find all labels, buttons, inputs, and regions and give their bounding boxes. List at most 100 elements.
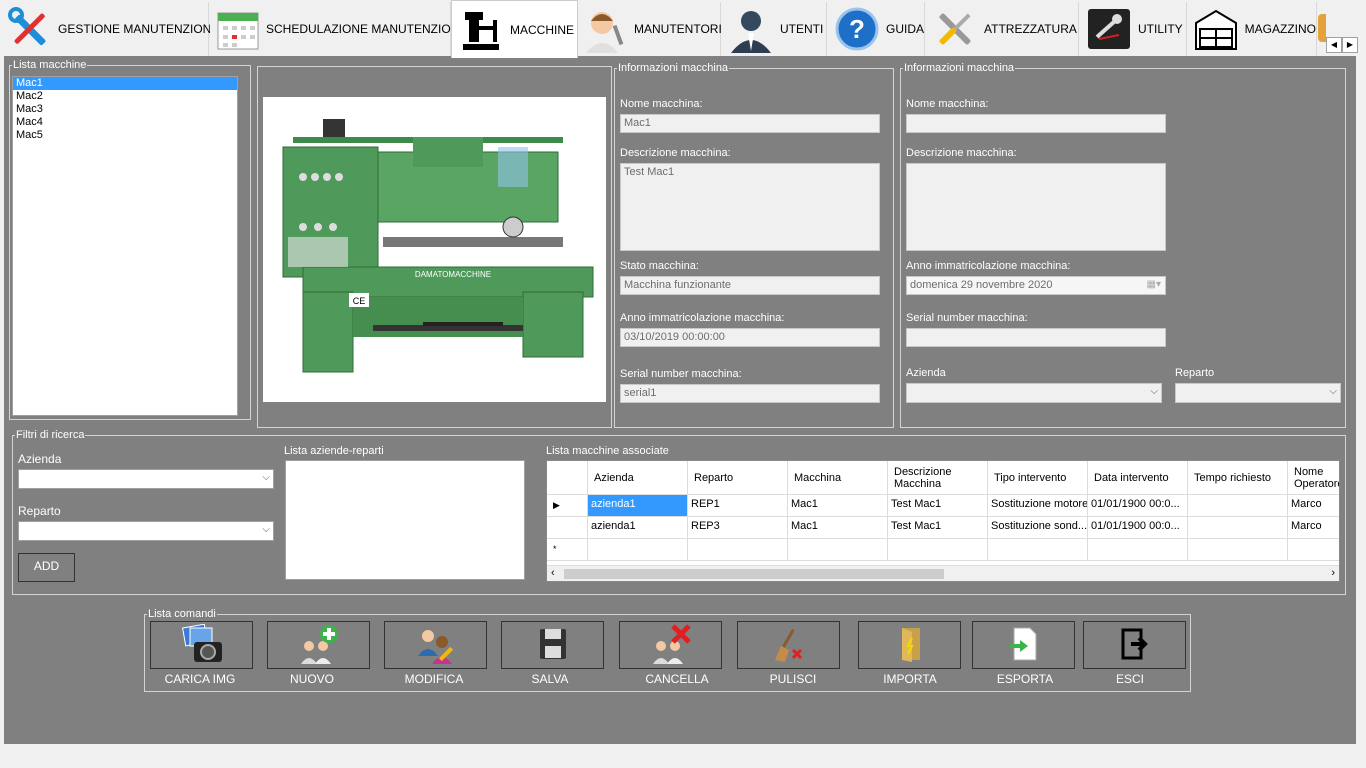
name-field[interactable]: Mac1 (620, 114, 880, 133)
grid-cell[interactable]: Sostituzione sond... (988, 517, 1088, 539)
reparto-label: Reparto (1175, 367, 1215, 379)
grid-cell[interactable]: 01/01/1900 00:0... (1088, 495, 1188, 517)
carica-img-button[interactable] (150, 621, 253, 669)
grid-row-header[interactable]: * (547, 539, 588, 561)
azienda-combo[interactable]: ⌵ (906, 383, 1162, 403)
grid-cell[interactable] (1188, 539, 1288, 561)
scrollbar-thumb[interactable] (564, 569, 944, 579)
grid-cell[interactable]: Test Mac1 (888, 495, 988, 517)
grid-column-header[interactable]: Descrizione Macchina (888, 461, 988, 495)
tab-schedulazione-manutenzioni[interactable]: SCHEDULAZIONE MANUTENZIONI (210, 2, 463, 56)
grid-column-header[interactable]: Azienda (588, 461, 688, 495)
grid-cell[interactable] (1188, 495, 1288, 517)
grid-cell[interactable]: azienda1 (588, 495, 688, 517)
tab-guida[interactable]: ? GUIDA (828, 2, 925, 56)
machine-list-item[interactable]: Mac1 (13, 77, 237, 90)
tab-manutentori[interactable]: MANUTENTORI (578, 2, 722, 56)
reparto-combo[interactable]: ⌵ (1175, 383, 1341, 403)
grid-cell[interactable] (688, 539, 788, 561)
grid-column-header[interactable]: Nome Operatore (1288, 461, 1339, 495)
grid-row-header[interactable]: ▶ (547, 495, 588, 517)
tab-gestione-manutenzioni[interactable]: GESTIONE MANUTENZIONI (2, 2, 215, 56)
grid-cell[interactable]: Test Mac1 (888, 517, 988, 539)
machine-list-item[interactable]: Mac5 (13, 129, 237, 142)
filter-azienda-combo[interactable]: ⌵ (18, 469, 274, 489)
grid-column-header[interactable]: Tempo richiesto (1188, 461, 1288, 495)
grid-column-header[interactable]: Macchina (788, 461, 888, 495)
tab-scroll-right-button[interactable]: ▶ (1342, 37, 1358, 53)
chevron-left-icon[interactable]: ‹ (551, 567, 555, 579)
grid-row-header[interactable] (547, 517, 588, 539)
grid-cell[interactable]: 01/01/1900 00:0... (1088, 517, 1188, 539)
chevron-right-icon[interactable]: › (1331, 567, 1335, 579)
machine-list-item[interactable]: Mac3 (13, 103, 237, 116)
grid-cell[interactable]: Mac1 (788, 517, 888, 539)
modifica-button[interactable] (384, 621, 487, 669)
grid-cell[interactable] (1088, 539, 1188, 561)
grid-horizontal-scrollbar[interactable]: ‹ › (547, 565, 1339, 581)
grid-cell[interactable] (988, 539, 1088, 561)
tab-utenti[interactable]: UTENTI (722, 2, 827, 56)
nuovo-button[interactable] (267, 621, 370, 669)
serial-field[interactable] (906, 328, 1166, 347)
grid-cell[interactable]: Mac1 (788, 495, 888, 517)
camera-photos-icon (180, 623, 224, 667)
description-label: Descrizione macchina: (620, 147, 731, 159)
machine-listbox[interactable]: Mac1 Mac2 Mac3 Mac4 Mac5 (12, 76, 238, 416)
wrench-screwdriver-icon (930, 4, 980, 54)
tab-utility[interactable]: UTILITY (1080, 2, 1187, 56)
machine-list-item[interactable]: Mac4 (13, 116, 237, 129)
importa-button[interactable] (858, 621, 961, 669)
year-label: Anno immatricolazione macchina: (906, 260, 1071, 272)
year-field[interactable]: 03/10/2019 00:00:00 (620, 328, 880, 347)
chevron-down-icon: ⌵ (1150, 386, 1158, 397)
grid-column-header[interactable]: Reparto (688, 461, 788, 495)
chevron-down-icon: ⌵ (262, 524, 270, 535)
name-field[interactable] (906, 114, 1166, 133)
add-button[interactable]: ADD (18, 553, 75, 582)
grid-cell[interactable]: REP1 (688, 495, 788, 517)
state-field[interactable]: Macchina funzionante (620, 276, 880, 295)
esci-button[interactable] (1083, 621, 1186, 669)
grid-cell[interactable]: Sostituzione motore (988, 495, 1088, 517)
date-value: domenica 29 novembre 2020 (910, 279, 1053, 291)
grid-cell[interactable] (1288, 539, 1339, 561)
tab-label: SCHEDULAZIONE MANUTENZIONI (266, 22, 463, 36)
associated-machines-grid[interactable]: Azienda Reparto Macchina Descrizione Macchi… (546, 460, 1340, 582)
group-legend: Informazioni macchina (904, 62, 1015, 74)
grid-cell[interactable]: azienda1 (588, 517, 688, 539)
grid-column-header[interactable]: Tipo intervento (988, 461, 1088, 495)
grid-cell[interactable] (1188, 517, 1288, 539)
salva-button[interactable] (501, 621, 604, 669)
grid-cell[interactable] (588, 539, 688, 561)
cancella-button[interactable] (619, 621, 722, 669)
utility-icon (1084, 4, 1134, 54)
grid-column-header[interactable]: Data intervento (1088, 461, 1188, 495)
grid-cell[interactable]: REP3 (688, 517, 788, 539)
serial-field[interactable]: serial1 (620, 384, 880, 403)
tab-magazzino[interactable]: MAGAZZINO (1188, 2, 1317, 56)
grid-cell[interactable]: Marco (1288, 495, 1339, 517)
esporta-button[interactable] (972, 621, 1075, 669)
company-department-list-label: Lista aziende-reparti (284, 445, 384, 457)
filter-reparto-combo[interactable]: ⌵ (18, 521, 274, 541)
company-department-list[interactable] (285, 460, 525, 580)
tab-label: UTILITY (1138, 22, 1183, 36)
user-icon (726, 4, 776, 54)
grid-cell[interactable]: Marco (1288, 517, 1339, 539)
tools-icon (6, 4, 54, 54)
tab-macchine[interactable]: MACCHINE (451, 0, 578, 58)
description-field[interactable] (906, 163, 1166, 251)
command-label: CARICA IMG (164, 672, 236, 686)
year-datepicker[interactable]: domenica 29 novembre 2020 ▦▾ (906, 276, 1166, 295)
grid-cell[interactable] (888, 539, 988, 561)
tab-scroll-left-button[interactable]: ◀ (1326, 37, 1342, 53)
name-label: Nome macchina: (906, 98, 989, 110)
tab-attrezzatura[interactable]: ATTREZZATURA (926, 2, 1079, 56)
pulisci-button[interactable] (737, 621, 840, 669)
warehouse-icon (1192, 4, 1241, 54)
description-field[interactable]: Test Mac1 (620, 163, 880, 251)
grid-cell[interactable] (788, 539, 888, 561)
machine-list-item[interactable]: Mac2 (13, 90, 237, 103)
tab-label: MANUTENTORI (634, 22, 722, 36)
